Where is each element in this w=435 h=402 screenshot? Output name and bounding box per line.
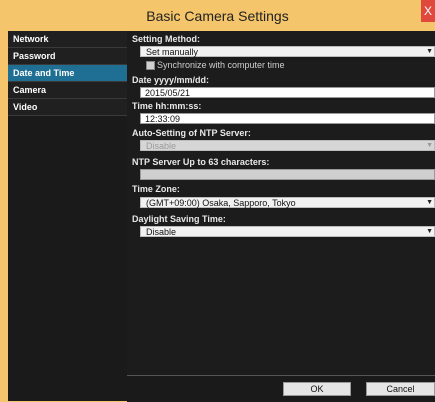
sidebar-item-network[interactable]: Network [8,31,127,48]
sidebar-item-password[interactable]: Password [8,48,127,65]
sidebar: Network Password Date and Time Camera Vi… [8,31,128,401]
ntp-auto-label: Auto-Setting of NTP Server: [132,128,251,138]
sidebar-item-video[interactable]: Video [8,99,127,116]
ok-button[interactable]: OK [283,382,351,396]
chevron-down-icon: ▼ [426,142,433,149]
cancel-button[interactable]: Cancel [366,382,435,396]
sidebar-item-date-and-time[interactable]: Date and Time [8,65,127,82]
time-field[interactable]: 12:33:09 [140,113,435,124]
sidebar-item-camera[interactable]: Camera [8,82,127,99]
date-label: Date yyyy/mm/dd: [132,75,210,85]
dst-label: Daylight Saving Time: [132,214,226,224]
button-bar: OK Cancel [127,375,435,402]
date-field[interactable]: 2015/05/21 [140,87,435,98]
time-label: Time hh:mm:ss: [132,101,202,111]
chevron-down-icon: ▼ [426,228,433,235]
dst-select[interactable]: Disable ▼ [140,226,435,237]
ntp-server-label: NTP Server Up to 63 characters: [132,157,270,167]
title-bar: Basic Camera Settings X [0,0,435,33]
close-button[interactable]: X [421,0,435,22]
timezone-label: Time Zone: [132,184,180,194]
sync-label: Synchronize with computer time [157,60,285,70]
ntp-server-field[interactable] [140,169,435,180]
timezone-select[interactable]: (GMT+09:00) Osaka, Sapporo, Tokyo ▼ [140,197,435,208]
ntp-auto-value: Disable [146,141,177,151]
window-title: Basic Camera Settings [146,8,289,24]
chevron-down-icon: ▼ [426,48,433,55]
dst-value: Disable [146,227,177,237]
chevron-down-icon: ▼ [426,199,433,206]
ntp-auto-select[interactable]: Disable ▼ [140,140,435,151]
settings-panel: Setting Method: Set manually ▼ Synchroni… [127,31,435,402]
setting-method-label: Setting Method: [132,34,200,44]
sync-checkbox[interactable] [146,61,155,70]
setting-method-select[interactable]: Set manually ▼ [140,46,435,57]
timezone-value: (GMT+09:00) Osaka, Sapporo, Tokyo [146,198,296,208]
setting-method-value: Set manually [146,47,199,57]
